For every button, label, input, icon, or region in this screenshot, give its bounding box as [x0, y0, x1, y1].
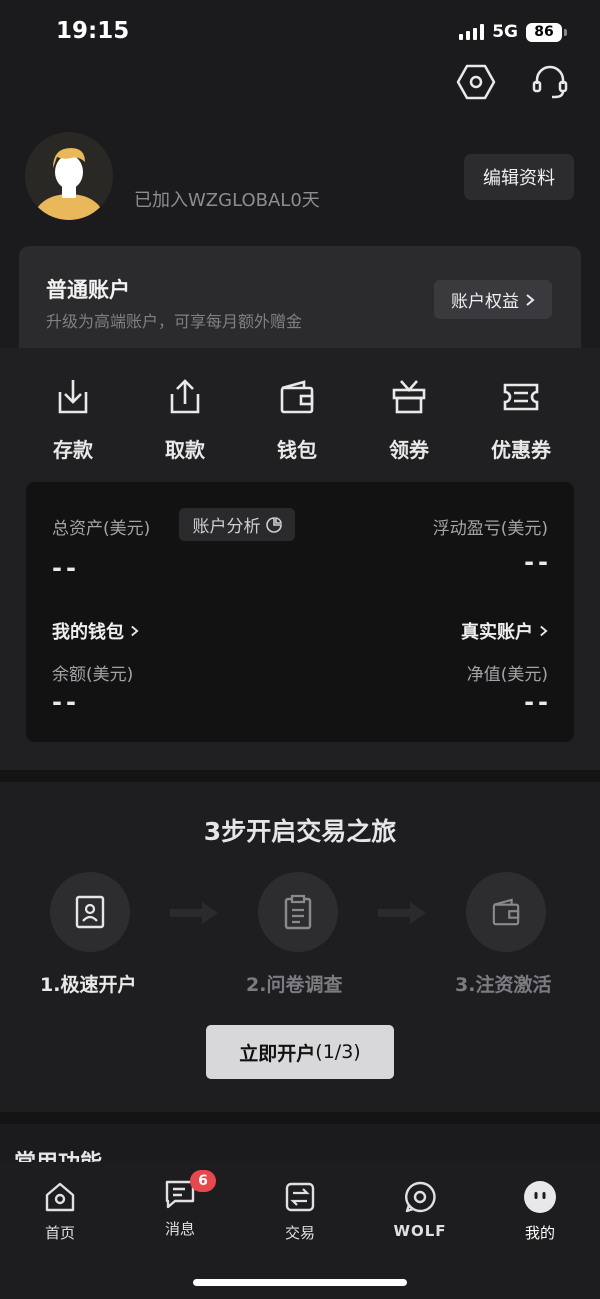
action-coupon-claim-label: 领券 — [389, 438, 429, 462]
ticket-icon — [503, 383, 539, 411]
battery-icon: 86 — [526, 22, 567, 42]
tab-messages-label: 消息 — [164, 1220, 195, 1238]
section-divider — [0, 1112, 600, 1124]
section-divider — [0, 770, 600, 782]
message-count-badge: 6 — [190, 1170, 216, 1192]
step-1-label: 1.极速开户 — [40, 974, 137, 996]
equity-value: -- — [524, 688, 552, 716]
step-arrow-icon — [378, 902, 426, 924]
home-indicator[interactable] — [193, 1279, 407, 1286]
settings-hexagon-icon[interactable] — [456, 62, 496, 102]
open-account-button[interactable]: 立即开户 (1/3) — [206, 1025, 394, 1079]
status-indicators: 5G 86 — [459, 22, 567, 42]
step-3-label: 3.注资激活 — [455, 974, 552, 996]
real-account-link[interactable]: 真实账户 — [461, 618, 548, 644]
account-tier-card: 普通账户 升级为高端账户，可享每月额外赠金 账户权益 — [19, 246, 581, 356]
status-bar: 19:15 5G 86 — [0, 0, 600, 66]
withdraw-icon — [170, 379, 200, 414]
step-1-circle[interactable] — [50, 872, 130, 952]
joined-days-text: 已加入WZGLOBAL0天 — [134, 190, 320, 211]
action-vouchers[interactable]: 优惠券 — [465, 376, 577, 463]
step-3-circle[interactable] — [466, 872, 546, 952]
tab-profile[interactable]: 我的 — [480, 1180, 600, 1243]
clipboard-icon — [284, 894, 312, 930]
account-tier-title: 普通账户 — [46, 278, 130, 302]
floating-pl-value: -- — [524, 548, 552, 576]
tab-trade[interactable]: 交易 — [240, 1180, 360, 1243]
onboarding-title: 3步开启交易之旅 — [203, 817, 397, 846]
chevron-right-icon — [540, 625, 548, 637]
status-time: 19:15 — [56, 18, 130, 44]
tab-wolf-label: WOLF — [393, 1222, 447, 1240]
action-deposit-label: 存款 — [53, 438, 93, 462]
balance-value: -- — [52, 688, 80, 716]
user-avatar-icon — [35, 148, 103, 220]
action-withdraw[interactable]: 取款 — [129, 376, 241, 463]
my-wallet-label: 我的钱包 — [52, 622, 124, 643]
account-benefits-button[interactable]: 账户权益 — [434, 280, 552, 319]
profile-icon — [524, 1181, 556, 1213]
floating-pl-label: 浮动盈亏(美元) — [432, 519, 548, 539]
account-analysis-button[interactable]: 账户分析 — [179, 508, 295, 541]
quick-actions: 存款 取款 钱包 领券 优惠券 — [0, 376, 600, 463]
account-tier-subtitle: 升级为高端账户，可享每月额外赠金 — [46, 312, 303, 331]
equity-label: 净值(美元) — [466, 665, 548, 685]
gift-icon — [392, 380, 426, 414]
assets-card: 总资产(美元) 账户分析 -- 浮动盈亏(美元) -- 我的钱包 余额(美元) … — [26, 482, 574, 742]
action-vouchers-label: 优惠券 — [491, 438, 551, 462]
action-withdraw-label: 取款 — [165, 438, 205, 462]
account-benefits-label: 账户权益 — [451, 292, 519, 312]
tab-home-label: 首页 — [44, 1224, 75, 1242]
open-account-progress: (1/3) — [315, 1041, 361, 1063]
step-2-label: 2.问卷调查 — [246, 974, 343, 996]
total-assets-value: -- — [52, 554, 80, 582]
tab-profile-label: 我的 — [524, 1224, 555, 1242]
trade-icon — [285, 1182, 315, 1212]
tab-wolf[interactable]: WOLF — [360, 1180, 480, 1240]
tab-messages[interactable]: 6 消息 — [120, 1170, 240, 1239]
onboarding-section: 3步开启交易之旅 1.极速开户 2.问卷调查 3.注资激活 立即开户 (1/3) — [0, 782, 600, 1112]
open-account-label: 立即开户 — [239, 1042, 316, 1065]
tab-home[interactable]: 首页 — [0, 1180, 120, 1243]
edit-profile-button[interactable]: 编辑资料 — [464, 154, 574, 200]
network-type: 5G — [492, 22, 518, 42]
balance-label: 余额(美元) — [52, 665, 134, 685]
id-card-icon — [75, 895, 105, 929]
signal-icon — [459, 24, 485, 40]
step-2-circle[interactable] — [258, 872, 338, 952]
headset-icon[interactable] — [530, 62, 570, 102]
chevron-right-icon — [131, 625, 139, 637]
real-account-label: 真实账户 — [461, 622, 533, 643]
deposit-icon — [58, 380, 88, 414]
action-wallet-label: 钱包 — [277, 438, 317, 462]
action-deposit[interactable]: 存款 — [17, 376, 129, 463]
header-actions — [456, 62, 570, 102]
my-wallet-link[interactable]: 我的钱包 — [52, 618, 139, 644]
avatar[interactable] — [25, 132, 113, 220]
pie-chart-icon — [265, 516, 282, 533]
total-assets-label: 总资产(美元) — [52, 519, 151, 539]
wallet-icon — [280, 380, 314, 414]
home-icon — [45, 1182, 75, 1212]
main-panel: 存款 取款 钱包 领券 优惠券 总资产(美元) 账户分析 -- 浮动盈亏(美元)… — [0, 348, 600, 770]
tab-trade-label: 交易 — [284, 1224, 315, 1242]
action-wallet[interactable]: 钱包 — [241, 376, 353, 463]
account-analysis-label: 账户分析 — [192, 517, 261, 537]
wallet-icon — [492, 898, 520, 926]
step-arrow-icon — [170, 902, 218, 924]
chevron-right-icon — [526, 293, 535, 306]
action-coupon-claim[interactable]: 领券 — [353, 376, 465, 463]
wolf-chat-icon — [405, 1181, 436, 1213]
